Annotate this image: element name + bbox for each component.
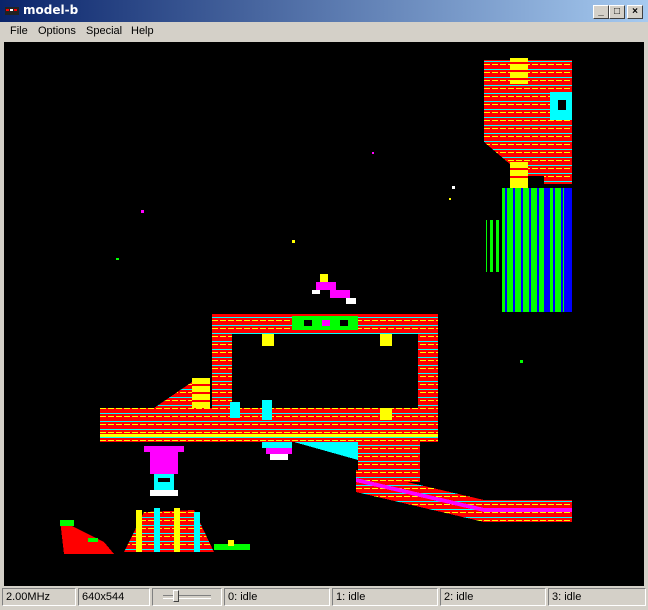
star	[449, 198, 451, 200]
dome-base	[60, 508, 250, 554]
app-icon	[5, 7, 19, 15]
speed-slider[interactable]	[152, 588, 222, 606]
player-character	[312, 274, 356, 304]
title-bar[interactable]: model-b _ □ ×	[0, 0, 648, 22]
gate-structure	[100, 314, 438, 442]
star	[292, 240, 295, 243]
screen-resolution: 640x544	[78, 588, 150, 606]
menu-help[interactable]: Help	[131, 25, 154, 37]
star	[116, 258, 119, 260]
game-scene	[60, 58, 572, 554]
close-button[interactable]: ×	[627, 5, 643, 19]
star	[372, 152, 374, 154]
clock-speed: 2.00MHz	[2, 588, 76, 606]
upper-tower	[484, 58, 572, 188]
drone-enemy	[262, 442, 292, 460]
minimize-button[interactable]: _	[593, 5, 609, 19]
lower-ramp	[294, 438, 572, 522]
slider-thumb[interactable]	[173, 590, 179, 602]
striped-cylinder	[486, 188, 572, 312]
menu-bar: File Options Special Help	[0, 22, 648, 42]
menu-file[interactable]: File	[10, 25, 28, 37]
emulator-screen[interactable]	[4, 42, 644, 586]
drive-2-status: 2: idle	[440, 588, 546, 606]
menu-options[interactable]: Options	[38, 25, 76, 37]
star	[520, 360, 523, 363]
drive-0-status: 0: idle	[224, 588, 330, 606]
support-pillar	[144, 446, 184, 496]
drive-1-status: 1: idle	[332, 588, 438, 606]
star	[452, 186, 455, 189]
maximize-button[interactable]: □	[609, 5, 625, 19]
window-title: model-b	[23, 3, 79, 17]
menu-special[interactable]: Special	[86, 25, 122, 37]
drive-3-status: 3: idle	[548, 588, 646, 606]
slider-track	[163, 595, 211, 599]
status-bar: 2.00MHz 640x544 0: idle 1: idle 2: idle …	[0, 586, 648, 610]
star	[141, 210, 144, 213]
